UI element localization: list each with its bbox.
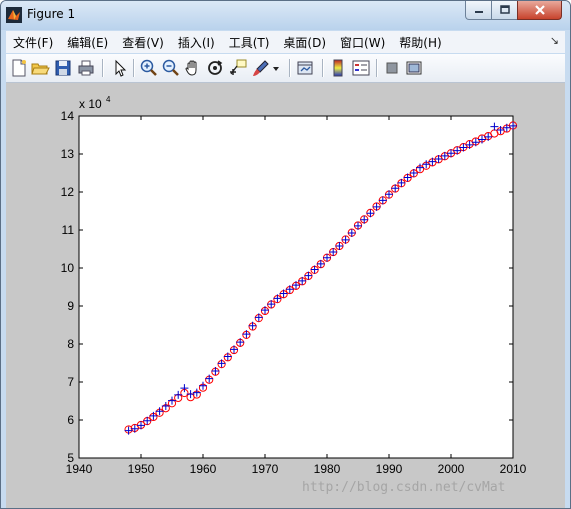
y-tick-label: 13: [61, 147, 75, 161]
pan-hand-icon[interactable]: [183, 58, 203, 78]
menu-file[interactable]: 文件(F): [6, 34, 60, 51]
y-tick-label: 10: [61, 261, 75, 275]
x-tick-label: 1980: [314, 462, 341, 476]
close-button[interactable]: [517, 1, 562, 20]
y-tick-label: 7: [67, 375, 74, 389]
axes-plot[interactable]: 1940 1950 1960 1970 1980 1990 2000 201056789101…: [6, 83, 565, 509]
pointer-icon[interactable]: [109, 58, 129, 78]
x-tick-label: 2010: [500, 462, 527, 476]
y-exponent-power: 4: [106, 95, 111, 104]
maximize-icon: [499, 5, 510, 14]
watermark-text: http://blog.csdn.net/cvMat: [302, 480, 506, 495]
data-cursor-icon[interactable]: [228, 58, 248, 78]
minimize-icon: [474, 11, 483, 13]
y-tick-label: 14: [61, 109, 75, 123]
menu-insert[interactable]: 插入(I): [171, 34, 222, 51]
toolbar-separator: [133, 59, 135, 77]
x-tick-label: 1970: [252, 462, 279, 476]
y-exponent-base: x 10: [79, 97, 102, 111]
figure-toolbar: [6, 54, 565, 83]
menu-tools[interactable]: 工具(T): [222, 34, 277, 51]
x-tick-label: 1950: [128, 462, 155, 476]
x-tick-label: 1990: [376, 462, 403, 476]
toolbar-separator: [322, 59, 324, 77]
brush-dropdown-icon[interactable]: [271, 58, 281, 78]
menu-view[interactable]: 查看(V): [115, 34, 171, 51]
open-file-icon[interactable]: [30, 58, 50, 78]
close-icon: [534, 5, 545, 15]
window-title: Figure 1: [27, 7, 76, 21]
menu-desktop[interactable]: 桌面(D): [276, 34, 333, 51]
zoom-out-icon[interactable]: [161, 58, 181, 78]
x-tick-label: 1960: [190, 462, 217, 476]
legend-icon[interactable]: [351, 58, 371, 78]
y-tick-label: 6: [67, 413, 74, 427]
figure-window: Figure 1 文件(F) 编辑(E) 查看(V) 插入(I) 工具(T) 桌…: [0, 0, 571, 509]
new-figure-icon[interactable]: [9, 58, 29, 78]
print-icon[interactable]: [76, 58, 96, 78]
y-tick-label: 12: [61, 185, 75, 199]
menu-edit[interactable]: 编辑(E): [60, 34, 115, 51]
x-tick-label: 2000: [438, 462, 465, 476]
menu-bar: 文件(F) 编辑(E) 查看(V) 插入(I) 工具(T) 桌面(D) 窗口(W…: [6, 31, 565, 53]
figure-canvas[interactable]: 1940 1950 1960 1970 1980 1990 2000 2010 5 6 7 8 9 10 1…: [6, 83, 565, 509]
maximize-button[interactable]: [491, 1, 518, 20]
rotate-3d-icon[interactable]: [205, 58, 225, 78]
show-plot-tools-icon[interactable]: [404, 58, 424, 78]
link-plot-icon[interactable]: [295, 58, 315, 78]
title-bar[interactable]: Figure 1: [1, 1, 570, 30]
zoom-in-icon[interactable]: [139, 58, 159, 78]
hide-plot-tools-icon[interactable]: [382, 58, 402, 78]
save-icon[interactable]: [53, 58, 73, 78]
menu-help[interactable]: 帮助(H): [392, 34, 448, 51]
brush-icon[interactable]: [251, 58, 271, 78]
menu-window[interactable]: 窗口(W): [333, 34, 392, 51]
minimize-button[interactable]: [465, 1, 492, 20]
toolbar-separator: [289, 59, 291, 77]
colorbar-icon[interactable]: [328, 58, 348, 78]
y-tick-label: 8: [67, 337, 74, 351]
y-tick-label: 9: [67, 299, 74, 313]
matlab-logo-icon: [6, 7, 22, 23]
y-exponent-label: x 10 4: [79, 95, 111, 111]
y-tick-label: 5: [67, 451, 74, 465]
toolbar-separator: [102, 59, 104, 77]
menu-dock-arrow-icon[interactable]: ↘: [550, 34, 559, 47]
y-tick-label: 11: [62, 223, 75, 237]
toolbar-separator: [376, 59, 378, 77]
